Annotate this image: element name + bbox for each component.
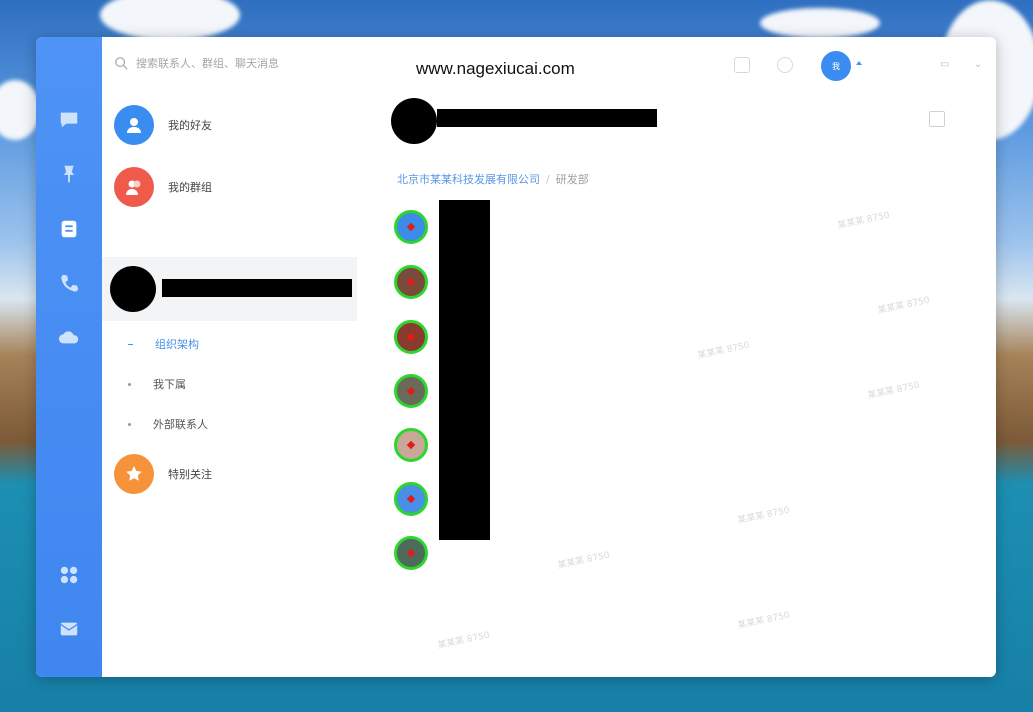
watermark-text: 某某某 8750 <box>876 295 931 317</box>
member-avatar[interactable] <box>394 320 428 354</box>
watermark-text: 某某某 8750 <box>736 610 791 632</box>
pin-icon[interactable] <box>57 162 81 186</box>
background-cloud <box>100 0 240 40</box>
avatar[interactable]: 我 <box>821 51 851 81</box>
member-avatar[interactable] <box>394 482 428 516</box>
sidebar-item-starred[interactable]: 特别关注 <box>102 442 357 506</box>
sidebar-item-label: 我的群组 <box>168 181 212 194</box>
contacts-sidebar: 我的好友 我的群组 组织架构 我下属 外部联系人 特别关注 <box>102 93 357 677</box>
sidebar-item-label: 我的好友 <box>168 119 212 132</box>
sidebar-item-label: 特别关注 <box>168 468 212 481</box>
status-caret-icon[interactable] <box>856 61 862 65</box>
watermark-text: 某某某 8750 <box>556 550 611 572</box>
left-navbar <box>36 37 102 677</box>
search-box[interactable]: 搜索联系人、群组、聊天消息 <box>114 55 279 71</box>
sidebar-subitem-subordinates[interactable]: 我下属 <box>128 376 186 392</box>
main-panel: 北京市某某科技发展有限公司 / 研发部 某某某 8750 某某某 8750 某某某 … <box>357 93 996 677</box>
sidebar-item-groups[interactable]: 我的群组 <box>102 155 357 219</box>
sidebar-item-friends[interactable]: 我的好友 <box>102 93 357 157</box>
watermark-text: 某某某 8750 <box>436 630 491 652</box>
star-icon <box>114 454 154 494</box>
dropdown-icon[interactable]: ⌄ <box>974 59 982 70</box>
watermark-text: 某某某 8750 <box>866 380 921 402</box>
subitem-label: 我下属 <box>153 378 186 391</box>
member-avatar[interactable] <box>394 265 428 299</box>
member-avatar[interactable] <box>394 428 428 462</box>
search-placeholder: 搜索联系人、群组、聊天消息 <box>136 57 279 70</box>
watermark-url: www.nagexiucai.com <box>416 59 575 78</box>
member-avatar[interactable] <box>394 374 428 408</box>
redacted-header-title <box>437 109 657 127</box>
screen-share-icon[interactable] <box>734 57 750 73</box>
chat-icon[interactable] <box>57 108 81 132</box>
sidebar-subitem-external-contacts[interactable]: 外部联系人 <box>128 416 208 432</box>
settings-icon[interactable] <box>929 111 945 127</box>
user-icon <box>114 105 154 145</box>
cloud-icon[interactable] <box>57 325 81 349</box>
subitem-label: 组织架构 <box>155 338 199 351</box>
breadcrumb-org[interactable]: 北京市某某科技发展有限公司 <box>397 173 540 186</box>
contacts-icon[interactable] <box>57 217 81 241</box>
watermark-text: 某某某 8750 <box>736 505 791 527</box>
breadcrumb: 北京市某某科技发展有限公司 / 研发部 <box>397 173 589 186</box>
member-avatar[interactable] <box>394 210 428 244</box>
background-cloud <box>0 80 40 140</box>
search-icon <box>115 57 128 70</box>
redacted-avatar <box>110 266 156 312</box>
redacted-org-name <box>162 279 352 297</box>
app-window: 搜索联系人、群组、聊天消息 www.nagexiucai.com 我 ▭ ⌄ 我… <box>36 37 996 677</box>
background-cloud <box>760 8 880 38</box>
top-bar: 搜索联系人、群组、聊天消息 www.nagexiucai.com 我 ▭ ⌄ <box>102 37 996 93</box>
mail-icon[interactable] <box>57 617 81 641</box>
sidebar-item-organization[interactable] <box>102 257 357 321</box>
phone-icon[interactable] <box>57 271 81 295</box>
watermark-text: 某某某 8750 <box>836 210 891 232</box>
member-avatar[interactable] <box>394 536 428 570</box>
redacted-header-avatar <box>391 98 437 144</box>
sidebar-subitem-org-chart[interactable]: 组织架构 <box>128 336 199 352</box>
apps-icon[interactable] <box>57 563 81 587</box>
minimize-icon[interactable]: ▭ <box>940 59 949 70</box>
breadcrumb-dept: 研发部 <box>555 173 589 186</box>
group-icon <box>114 167 154 207</box>
notification-icon[interactable] <box>777 57 793 73</box>
redacted-member-names <box>439 200 490 540</box>
subitem-label: 外部联系人 <box>153 418 208 431</box>
watermark-text: 某某某 8750 <box>696 340 751 362</box>
